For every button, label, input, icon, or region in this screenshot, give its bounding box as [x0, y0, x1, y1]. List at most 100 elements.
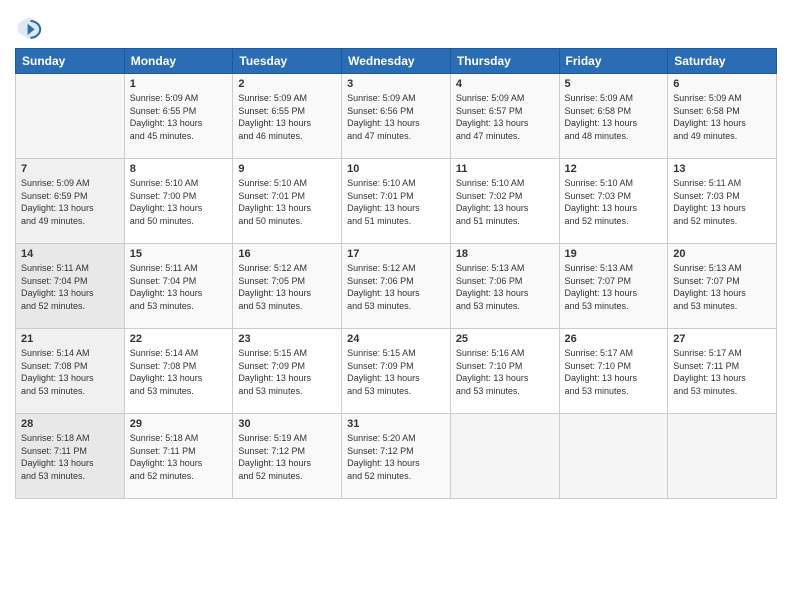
calendar-cell: 23 Sunrise: 5:15 AM Sunset: 7:09 PM Dayli…	[233, 329, 342, 414]
day-info: Sunrise: 5:09 AM Sunset: 6:57 PM Dayligh…	[456, 92, 554, 142]
calendar-cell: 24 Sunrise: 5:15 AM Sunset: 7:09 PM Dayli…	[342, 329, 451, 414]
day-info: Sunrise: 5:11 AM Sunset: 7:04 PM Dayligh…	[21, 262, 119, 312]
day-number: 25	[456, 333, 554, 345]
day-info: Sunrise: 5:16 AM Sunset: 7:10 PM Dayligh…	[456, 347, 554, 397]
weekday-header-saturday: Saturday	[668, 49, 777, 74]
day-info: Sunrise: 5:15 AM Sunset: 7:09 PM Dayligh…	[347, 347, 445, 397]
calendar-cell: 2 Sunrise: 5:09 AM Sunset: 6:55 PM Daylig…	[233, 74, 342, 159]
day-info: Sunrise: 5:12 AM Sunset: 7:06 PM Dayligh…	[347, 262, 445, 312]
calendar-cell	[16, 74, 125, 159]
day-number: 2	[238, 78, 336, 90]
day-info: Sunrise: 5:10 AM Sunset: 7:03 PM Dayligh…	[565, 177, 663, 227]
calendar-cell: 12 Sunrise: 5:10 AM Sunset: 7:03 PM Dayli…	[559, 159, 668, 244]
week-row-5: 28 Sunrise: 5:18 AM Sunset: 7:11 PM Dayli…	[16, 414, 777, 499]
day-number: 3	[347, 78, 445, 90]
calendar-cell: 9 Sunrise: 5:10 AM Sunset: 7:01 PM Daylig…	[233, 159, 342, 244]
calendar-cell: 30 Sunrise: 5:19 AM Sunset: 7:12 PM Dayli…	[233, 414, 342, 499]
day-info: Sunrise: 5:09 AM Sunset: 6:59 PM Dayligh…	[21, 177, 119, 227]
week-row-1: 1 Sunrise: 5:09 AM Sunset: 6:55 PM Daylig…	[16, 74, 777, 159]
day-number: 23	[238, 333, 336, 345]
day-number: 20	[673, 248, 771, 260]
day-info: Sunrise: 5:09 AM Sunset: 6:56 PM Dayligh…	[347, 92, 445, 142]
day-number: 6	[673, 78, 771, 90]
day-info: Sunrise: 5:20 AM Sunset: 7:12 PM Dayligh…	[347, 432, 445, 482]
day-info: Sunrise: 5:18 AM Sunset: 7:11 PM Dayligh…	[21, 432, 119, 482]
calendar-cell: 13 Sunrise: 5:11 AM Sunset: 7:03 PM Dayli…	[668, 159, 777, 244]
day-number: 12	[565, 163, 663, 175]
day-info: Sunrise: 5:13 AM Sunset: 7:07 PM Dayligh…	[565, 262, 663, 312]
calendar-table: SundayMondayTuesdayWednesdayThursdayFrid…	[15, 48, 777, 499]
day-info: Sunrise: 5:15 AM Sunset: 7:09 PM Dayligh…	[238, 347, 336, 397]
calendar-cell: 15 Sunrise: 5:11 AM Sunset: 7:04 PM Dayli…	[124, 244, 233, 329]
day-info: Sunrise: 5:10 AM Sunset: 7:02 PM Dayligh…	[456, 177, 554, 227]
day-info: Sunrise: 5:11 AM Sunset: 7:03 PM Dayligh…	[673, 177, 771, 227]
day-number: 1	[130, 78, 228, 90]
calendar-cell: 11 Sunrise: 5:10 AM Sunset: 7:02 PM Dayli…	[450, 159, 559, 244]
calendar-cell: 16 Sunrise: 5:12 AM Sunset: 7:05 PM Dayli…	[233, 244, 342, 329]
day-info: Sunrise: 5:09 AM Sunset: 6:55 PM Dayligh…	[130, 92, 228, 142]
weekday-header-monday: Monday	[124, 49, 233, 74]
week-row-4: 21 Sunrise: 5:14 AM Sunset: 7:08 PM Dayli…	[16, 329, 777, 414]
calendar-cell: 27Sunrise: 5:17 AM Sunset: 7:11 PM Dayli…	[668, 329, 777, 414]
calendar-cell: 20Sunrise: 5:13 AM Sunset: 7:07 PM Dayli…	[668, 244, 777, 329]
calendar-cell: 28 Sunrise: 5:18 AM Sunset: 7:11 PM Dayli…	[16, 414, 125, 499]
day-info: Sunrise: 5:10 AM Sunset: 7:01 PM Dayligh…	[238, 177, 336, 227]
day-number: 19	[565, 248, 663, 260]
day-info: Sunrise: 5:11 AM Sunset: 7:04 PM Dayligh…	[130, 262, 228, 312]
day-info: Sunrise: 5:09 AM Sunset: 6:55 PM Dayligh…	[238, 92, 336, 142]
day-number: 7	[21, 163, 119, 175]
calendar-cell: 4Sunrise: 5:09 AM Sunset: 6:57 PM Daylig…	[450, 74, 559, 159]
calendar-cell: 17 Sunrise: 5:12 AM Sunset: 7:06 PM Dayli…	[342, 244, 451, 329]
day-info: Sunrise: 5:19 AM Sunset: 7:12 PM Dayligh…	[238, 432, 336, 482]
logo	[15, 14, 45, 42]
day-number: 11	[456, 163, 554, 175]
calendar-cell: 1 Sunrise: 5:09 AM Sunset: 6:55 PM Daylig…	[124, 74, 233, 159]
weekday-header-row: SundayMondayTuesdayWednesdayThursdayFrid…	[16, 49, 777, 74]
day-number: 17	[347, 248, 445, 260]
day-number: 14	[21, 248, 119, 260]
day-number: 13	[673, 163, 771, 175]
week-row-2: 7 Sunrise: 5:09 AM Sunset: 6:59 PM Daylig…	[16, 159, 777, 244]
day-number: 18	[456, 248, 554, 260]
day-number: 16	[238, 248, 336, 260]
day-info: Sunrise: 5:13 AM Sunset: 7:06 PM Dayligh…	[456, 262, 554, 312]
day-number: 21	[21, 333, 119, 345]
day-info: Sunrise: 5:14 AM Sunset: 7:08 PM Dayligh…	[130, 347, 228, 397]
calendar-cell: 29 Sunrise: 5:18 AM Sunset: 7:11 PM Dayli…	[124, 414, 233, 499]
calendar-cell: 26 Sunrise: 5:17 AM Sunset: 7:10 PM Dayli…	[559, 329, 668, 414]
calendar-cell: 8Sunrise: 5:10 AM Sunset: 7:00 PM Daylig…	[124, 159, 233, 244]
weekday-header-thursday: Thursday	[450, 49, 559, 74]
day-info: Sunrise: 5:18 AM Sunset: 7:11 PM Dayligh…	[130, 432, 228, 482]
day-number: 29	[130, 418, 228, 430]
week-row-3: 14 Sunrise: 5:11 AM Sunset: 7:04 PM Dayli…	[16, 244, 777, 329]
day-info: Sunrise: 5:12 AM Sunset: 7:05 PM Dayligh…	[238, 262, 336, 312]
calendar-cell: 22Sunrise: 5:14 AM Sunset: 7:08 PM Dayli…	[124, 329, 233, 414]
day-info: Sunrise: 5:10 AM Sunset: 7:01 PM Dayligh…	[347, 177, 445, 227]
day-info: Sunrise: 5:17 AM Sunset: 7:11 PM Dayligh…	[673, 347, 771, 397]
day-info: Sunrise: 5:09 AM Sunset: 6:58 PM Dayligh…	[565, 92, 663, 142]
day-number: 15	[130, 248, 228, 260]
logo-icon	[15, 14, 43, 42]
day-number: 26	[565, 333, 663, 345]
calendar-cell: 3 Sunrise: 5:09 AM Sunset: 6:56 PM Daylig…	[342, 74, 451, 159]
main-container: SundayMondayTuesdayWednesdayThursdayFrid…	[0, 0, 792, 509]
calendar-cell: 25 Sunrise: 5:16 AM Sunset: 7:10 PM Dayli…	[450, 329, 559, 414]
weekday-header-wednesday: Wednesday	[342, 49, 451, 74]
weekday-header-friday: Friday	[559, 49, 668, 74]
day-info: Sunrise: 5:09 AM Sunset: 6:58 PM Dayligh…	[673, 92, 771, 142]
calendar-cell: 31Sunrise: 5:20 AM Sunset: 7:12 PM Dayli…	[342, 414, 451, 499]
day-number: 30	[238, 418, 336, 430]
calendar-cell: 5 Sunrise: 5:09 AM Sunset: 6:58 PM Daylig…	[559, 74, 668, 159]
calendar-cell: 19 Sunrise: 5:13 AM Sunset: 7:07 PM Dayli…	[559, 244, 668, 329]
day-info: Sunrise: 5:10 AM Sunset: 7:00 PM Dayligh…	[130, 177, 228, 227]
day-number: 28	[21, 418, 119, 430]
calendar-cell: 14 Sunrise: 5:11 AM Sunset: 7:04 PM Dayli…	[16, 244, 125, 329]
day-number: 5	[565, 78, 663, 90]
day-number: 9	[238, 163, 336, 175]
calendar-cell: 7 Sunrise: 5:09 AM Sunset: 6:59 PM Daylig…	[16, 159, 125, 244]
day-info: Sunrise: 5:17 AM Sunset: 7:10 PM Dayligh…	[565, 347, 663, 397]
calendar-cell	[668, 414, 777, 499]
day-info: Sunrise: 5:14 AM Sunset: 7:08 PM Dayligh…	[21, 347, 119, 397]
day-number: 10	[347, 163, 445, 175]
day-number: 24	[347, 333, 445, 345]
